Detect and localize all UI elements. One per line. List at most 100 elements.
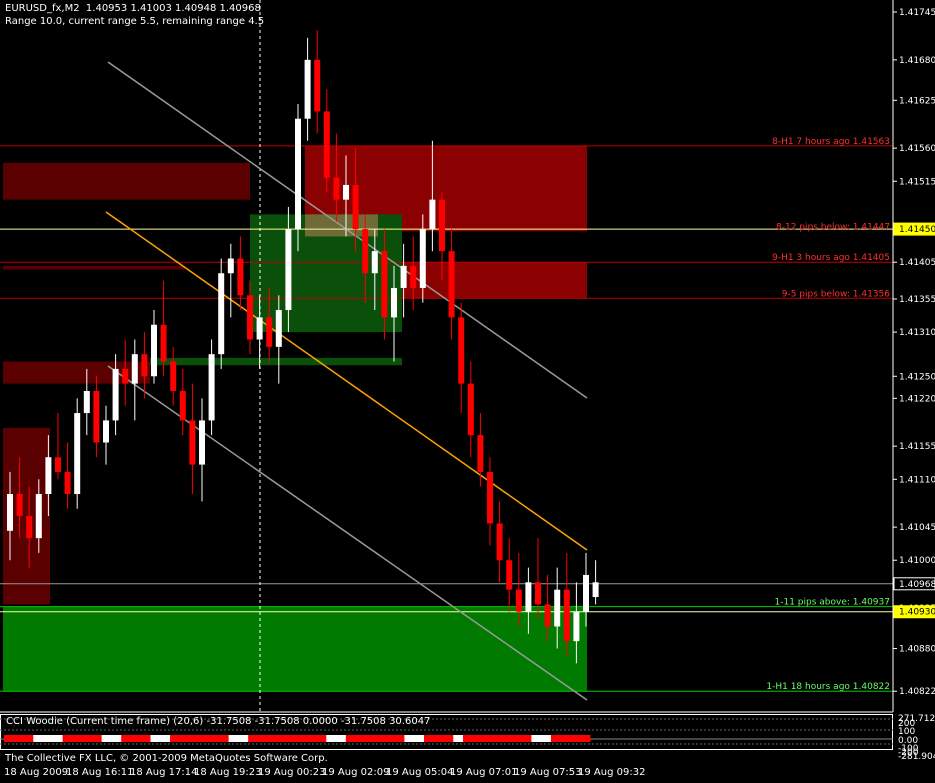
candle-body-61	[592, 582, 599, 598]
candle-body-5	[55, 457, 61, 472]
y-tick-label-7: 1.41355	[899, 295, 935, 305]
cci-bar-46	[453, 735, 464, 742]
cci-bar-40	[394, 735, 405, 742]
x-tick-label-4: 19 Aug 00:23	[258, 767, 326, 778]
resistance-zone-old	[3, 162, 250, 200]
cci-bar-27	[267, 735, 278, 742]
x-tick-label-7: 19 Aug 07:01	[450, 767, 518, 778]
candle-body-27	[266, 317, 273, 347]
cci-bar-11	[111, 735, 122, 742]
candle-body-14	[141, 354, 148, 377]
cci-bar-38	[375, 735, 386, 742]
candle-body-55	[535, 582, 541, 605]
candle-body-38	[371, 251, 378, 274]
cci-bar-42	[414, 735, 425, 742]
y-tick-label-0: 1.41745	[899, 8, 935, 18]
cci-bar-0	[4, 735, 15, 742]
y-tick-label-6: 1.41405	[899, 258, 935, 268]
copyright-text: The Collective FX LLC, © 2001-2009 MetaQ…	[5, 753, 328, 764]
cci-bar-1	[13, 735, 25, 742]
zone-label-2: 9-H1 3 hours ago 1.41405	[772, 253, 890, 263]
cci-bar-56	[550, 735, 562, 742]
candle-body-8	[83, 390, 90, 414]
candle-body-52	[506, 560, 513, 590]
cci-bar-6	[62, 735, 73, 742]
cci-bar-10	[101, 735, 112, 742]
candle-body-47	[458, 317, 465, 384]
cci-bar-35	[345, 735, 357, 742]
y-tick-label-12: 1.41110	[899, 475, 935, 485]
candle-body-60	[583, 574, 589, 612]
candle-body-53	[515, 589, 522, 612]
cci-bar-29	[287, 735, 298, 742]
cci-bar-45	[443, 735, 454, 742]
chart-canvas[interactable]: 8-H1 7 hours ago 1.41563 8-12 pips below:…	[0, 0, 935, 783]
candle-22	[218, 258, 225, 369]
cci-bar-3	[33, 735, 44, 742]
cci-bar-54	[531, 735, 542, 742]
y-tick-label-14: 1.41000	[899, 556, 935, 566]
candle-body-7	[74, 413, 81, 495]
cci-bar-23	[228, 735, 239, 742]
candle-body-12	[122, 368, 129, 384]
candle-body-59	[573, 611, 580, 642]
demand-zone-thin	[150, 357, 402, 366]
candle-body-39	[381, 251, 388, 318]
cci-bar-36	[355, 735, 366, 742]
candle-body-56	[544, 604, 551, 627]
price-tag-2: 1.40930	[899, 608, 935, 618]
candle-body-44	[429, 199, 436, 230]
y-tick-label-3: 1.41560	[899, 144, 935, 154]
candle-body-16	[160, 324, 167, 362]
cci-bar-5	[52, 735, 64, 742]
cci-bar-14	[140, 735, 151, 742]
cci-bar-28	[277, 735, 288, 742]
resistance-zone-thin	[3, 265, 185, 270]
candle-body-51	[496, 523, 503, 561]
candle-body-46	[448, 251, 455, 318]
candle-body-49	[477, 435, 484, 472]
cci-bar-19	[189, 735, 200, 742]
cci-bar-34	[336, 735, 347, 742]
cci-bar-22	[218, 735, 230, 742]
cci-bar-58	[570, 735, 581, 742]
cci-bar-26	[257, 735, 269, 742]
candle-body-36	[352, 184, 359, 230]
cci-bar-2	[23, 735, 34, 742]
candle-body-29	[285, 229, 292, 311]
cci-bar-18	[179, 735, 191, 742]
y-tick-label-2: 1.41625	[899, 96, 935, 106]
candle-body-2	[26, 516, 33, 539]
cci-bar-8	[82, 735, 93, 742]
y-tick-label-16: 1.40880	[899, 645, 935, 655]
candle-body-54	[525, 582, 532, 612]
candle-body-15	[151, 324, 157, 377]
candle-30	[295, 103, 301, 252]
candle-body-31	[304, 59, 311, 119]
candle-body-3	[35, 494, 42, 539]
candle-body-6	[64, 471, 71, 495]
candle-body-32	[314, 59, 321, 112]
cci-bar-57	[560, 735, 571, 742]
cci-bar-16	[160, 735, 171, 742]
cci-bar-20	[199, 735, 210, 742]
cci-bar-15	[150, 735, 161, 742]
cci-bar-24	[238, 735, 249, 742]
cci-bar-59	[580, 735, 591, 742]
x-tick-label-3: 18 Aug 19:23	[194, 767, 262, 778]
candle-body-0	[7, 494, 13, 531]
candle-body-58	[563, 589, 570, 642]
candle-body-18	[179, 390, 186, 421]
candle-body-10	[103, 420, 109, 443]
cci-bar-52	[511, 735, 523, 742]
range-info: Range 10.0, current range 5.5, remaining…	[5, 16, 265, 27]
cci-bar-32	[316, 735, 327, 742]
candle-body-20	[199, 420, 205, 465]
candle-body-24	[237, 258, 244, 296]
candle-body-4	[45, 457, 52, 495]
cci-bar-41	[404, 735, 415, 742]
x-tick-label-2: 18 Aug 17:14	[130, 767, 198, 778]
candle-body-1	[16, 494, 23, 517]
x-tick-label-1: 18 Aug 16:11	[66, 767, 134, 778]
y-tick-label-4: 1.41515	[899, 177, 935, 187]
